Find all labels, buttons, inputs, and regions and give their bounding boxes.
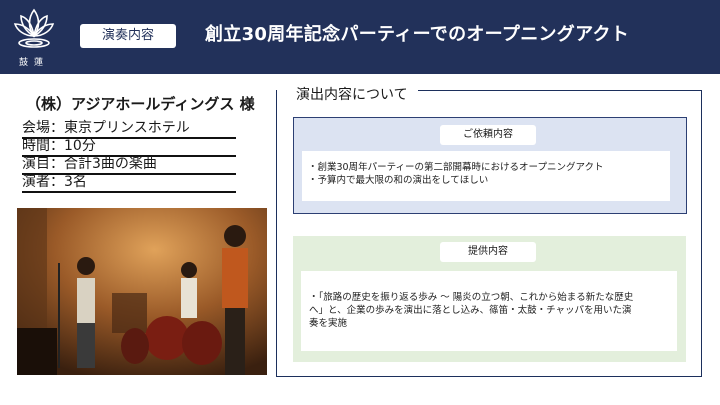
offer-content: ・「旅路の歴史を振り返る歩み 〜 陽炎の立つ朝、これから始まる新たな歴史 へ」と… [301, 271, 677, 351]
detail-program: 演目：合計3曲の楽曲 [22, 155, 236, 175]
offer-line: 奏を実施 [309, 318, 348, 329]
page-title: 創立30周年記念パーティーでのオープニングアクト [205, 24, 630, 45]
request-content: ・創業30周年パーティーの第二部開幕時におけるオープニングアクト ・予算内で最大… [302, 151, 670, 201]
logo-text: 鼓蓮 [18, 58, 49, 68]
offer-line: へ」と、企業の歩みを演出に落とし込み、篠笛・太鼓・チャッパを用いた演 [309, 305, 632, 316]
offer-label: 提供内容 [440, 242, 536, 262]
request-box: ご依頼内容 ・創業30周年パーティーの第二部開幕時におけるオープニングアクト ・… [293, 117, 687, 214]
panel-divider [418, 90, 701, 91]
panel-title: 演出内容について [292, 84, 412, 104]
lotus-icon [13, 8, 55, 48]
header-bar: 鼓蓮 演奏内容 創立30周年記念パーティーでのオープニングアクト [0, 0, 720, 74]
performance-photo [17, 208, 267, 375]
logo: 鼓蓮 [12, 4, 56, 68]
request-label: ご依頼内容 [440, 125, 536, 145]
request-line: ・創業30周年パーティーの第二部開幕時におけるオープニングアクト [308, 162, 604, 173]
client-name: （株）アジアホールディングス 様 [26, 95, 255, 113]
section-tag: 演奏内容 [80, 24, 176, 48]
request-line: ・予算内で最大限の和の演出をしてほしい [308, 175, 489, 186]
detail-time: 時間：10分 [22, 137, 236, 157]
detail-venue: 会場：東京プリンスホテル [22, 119, 236, 139]
offer-box: 提供内容 ・「旅路の歴史を振り返る歩み 〜 陽炎の立つ朝、これから始まる新たな歴… [293, 236, 686, 362]
offer-line: ・「旅路の歴史を振り返る歩み 〜 陽炎の立つ朝、これから始まる新たな歴史 [309, 292, 634, 303]
detail-performers: 演者：3名 [22, 173, 236, 193]
